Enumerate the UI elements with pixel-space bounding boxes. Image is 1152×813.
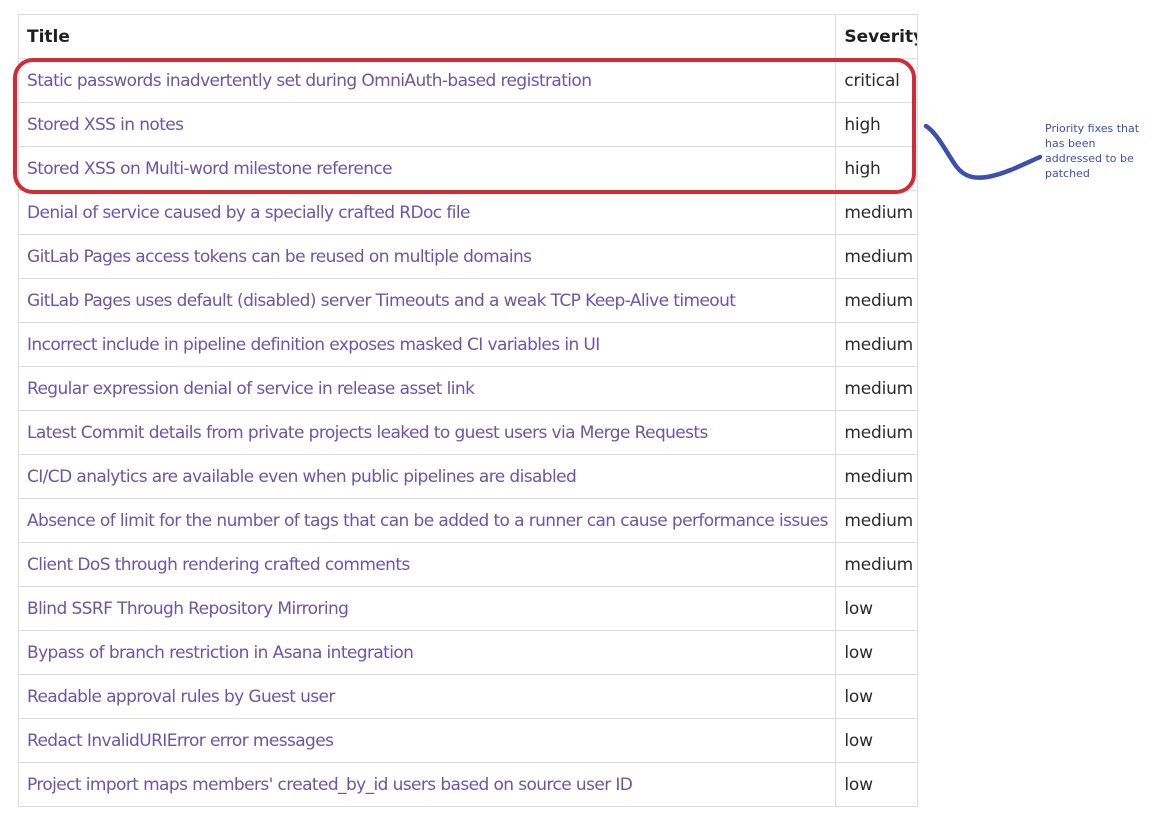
table-row: Absence of limit for the number of tags … xyxy=(17,498,918,543)
title-cell: Regular expression denial of service in … xyxy=(17,366,837,411)
table-row: Redact InvalidURIError error messages lo… xyxy=(17,718,918,763)
table-row: Latest Commit details from private proje… xyxy=(17,410,918,455)
severity-value: medium xyxy=(844,422,914,443)
title-cell: GitLab Pages uses default (disabled) ser… xyxy=(17,278,837,323)
severity-cell: low xyxy=(835,718,918,763)
severity-cell: medium xyxy=(835,234,918,279)
issue-title-link[interactable]: Project import maps members' created_by_… xyxy=(27,775,633,795)
issue-title-link[interactable]: Latest Commit details from private proje… xyxy=(27,423,708,443)
title-cell: Stored XSS in notes xyxy=(17,102,837,147)
table-row: Readable approval rules by Guest user lo… xyxy=(17,674,918,719)
issue-title-link[interactable]: Absence of limit for the number of tags … xyxy=(27,511,829,531)
title-cell: Readable approval rules by Guest user xyxy=(17,674,837,719)
title-cell: Static passwords inadvertently set durin… xyxy=(17,58,837,103)
severity-value: high xyxy=(844,114,881,135)
severity-value: medium xyxy=(844,290,914,311)
issue-title-link[interactable]: Client DoS through rendering crafted com… xyxy=(27,555,410,575)
table-row: Denial of service caused by a specially … xyxy=(17,190,918,235)
severity-value: critical xyxy=(844,70,900,91)
severity-cell: medium xyxy=(835,542,918,587)
title-cell: CI/CD analytics are available even when … xyxy=(17,454,837,499)
severity-column-header: Severity xyxy=(835,14,918,59)
title-cell: Redact InvalidURIError error messages xyxy=(17,718,837,763)
table-row: Blind SSRF Through Repository Mirroring … xyxy=(17,586,918,631)
severity-value: low xyxy=(844,730,873,751)
table-row: Client DoS through rendering crafted com… xyxy=(17,542,918,587)
table-row: Project import maps members' created_by_… xyxy=(17,762,918,807)
severity-cell: medium xyxy=(835,278,918,323)
title-cell: Latest Commit details from private proje… xyxy=(17,410,837,455)
severity-value: low xyxy=(844,642,873,663)
title-cell: Incorrect include in pipeline definition… xyxy=(17,322,837,367)
severity-value: low xyxy=(844,774,873,795)
severity-cell: high xyxy=(835,102,918,147)
issue-title-link[interactable]: Static passwords inadvertently set durin… xyxy=(27,71,592,91)
table-row: CI/CD analytics are available even when … xyxy=(17,454,918,499)
title-cell: Bypass of branch restriction in Asana in… xyxy=(17,630,837,675)
issue-title-link[interactable]: Blind SSRF Through Repository Mirroring xyxy=(27,599,349,619)
issue-title-link[interactable]: GitLab Pages access tokens can be reused… xyxy=(27,247,532,267)
issue-title-link[interactable]: Readable approval rules by Guest user xyxy=(27,687,335,707)
title-cell: Blind SSRF Through Repository Mirroring xyxy=(17,586,837,631)
severity-value: low xyxy=(844,598,873,619)
severity-value: medium xyxy=(844,246,914,267)
severity-cell: medium xyxy=(835,366,918,411)
issue-title-link[interactable]: Regular expression denial of service in … xyxy=(27,379,475,399)
issue-title-link[interactable]: Stored XSS on Multi-word milestone refer… xyxy=(27,159,393,179)
table-row: Stored XSS in notes high xyxy=(17,102,918,147)
severity-cell: medium xyxy=(835,190,918,235)
severity-value: medium xyxy=(844,510,914,531)
severity-value: low xyxy=(844,686,873,707)
severity-cell: low xyxy=(835,762,918,807)
severity-cell: critical xyxy=(835,58,918,103)
table-header-row: Title Severity xyxy=(17,14,918,59)
severity-value: medium xyxy=(844,466,914,487)
severity-cell: medium xyxy=(835,322,918,367)
title-cell: Client DoS through rendering crafted com… xyxy=(17,542,837,587)
title-cell: Stored XSS on Multi-word milestone refer… xyxy=(17,146,837,191)
annotation-note: Priority fixes that has been addressed t… xyxy=(1045,122,1140,180)
annotation-pen-stroke xyxy=(923,123,1043,180)
title-cell: Project import maps members' created_by_… xyxy=(17,762,837,807)
table-row: GitLab Pages access tokens can be reused… xyxy=(17,234,918,279)
severity-value: medium xyxy=(844,554,914,575)
severity-value: high xyxy=(844,158,881,179)
title-cell: GitLab Pages access tokens can be reused… xyxy=(17,234,837,279)
table-row: Incorrect include in pipeline definition… xyxy=(17,322,918,367)
severity-cell: low xyxy=(835,674,918,719)
table-row: Stored XSS on Multi-word milestone refer… xyxy=(17,146,918,191)
table-row: Static passwords inadvertently set durin… xyxy=(17,58,918,103)
issue-title-link[interactable]: CI/CD analytics are available even when … xyxy=(27,467,577,487)
issue-title-link[interactable]: Bypass of branch restriction in Asana in… xyxy=(27,643,414,663)
severity-value: medium xyxy=(844,378,914,399)
severity-cell: medium xyxy=(835,454,918,499)
severity-cell: low xyxy=(835,630,918,675)
table-row: Bypass of branch restriction in Asana in… xyxy=(17,630,918,675)
table-row: Regular expression denial of service in … xyxy=(17,366,918,411)
table-row: GitLab Pages uses default (disabled) ser… xyxy=(17,278,918,323)
issue-title-link[interactable]: Denial of service caused by a specially … xyxy=(27,203,470,223)
issue-title-link[interactable]: Stored XSS in notes xyxy=(27,115,184,135)
severity-cell: medium xyxy=(835,410,918,455)
table-body: Static passwords inadvertently set durin… xyxy=(17,58,918,807)
title-column-header: Title xyxy=(17,14,837,59)
severity-value: medium xyxy=(844,202,914,223)
title-cell: Denial of service caused by a specially … xyxy=(17,190,837,235)
severity-cell: medium xyxy=(835,498,918,543)
issue-title-link[interactable]: Redact InvalidURIError error messages xyxy=(27,731,334,751)
issue-title-link[interactable]: Incorrect include in pipeline definition… xyxy=(27,335,600,355)
severity-value: medium xyxy=(844,334,914,355)
severity-cell: low xyxy=(835,586,918,631)
security-fixes-table: Title Severity Static passwords inadvert… xyxy=(17,14,918,807)
severity-cell: high xyxy=(835,146,918,191)
title-cell: Absence of limit for the number of tags … xyxy=(17,498,837,543)
issue-title-link[interactable]: GitLab Pages uses default (disabled) ser… xyxy=(27,291,736,311)
